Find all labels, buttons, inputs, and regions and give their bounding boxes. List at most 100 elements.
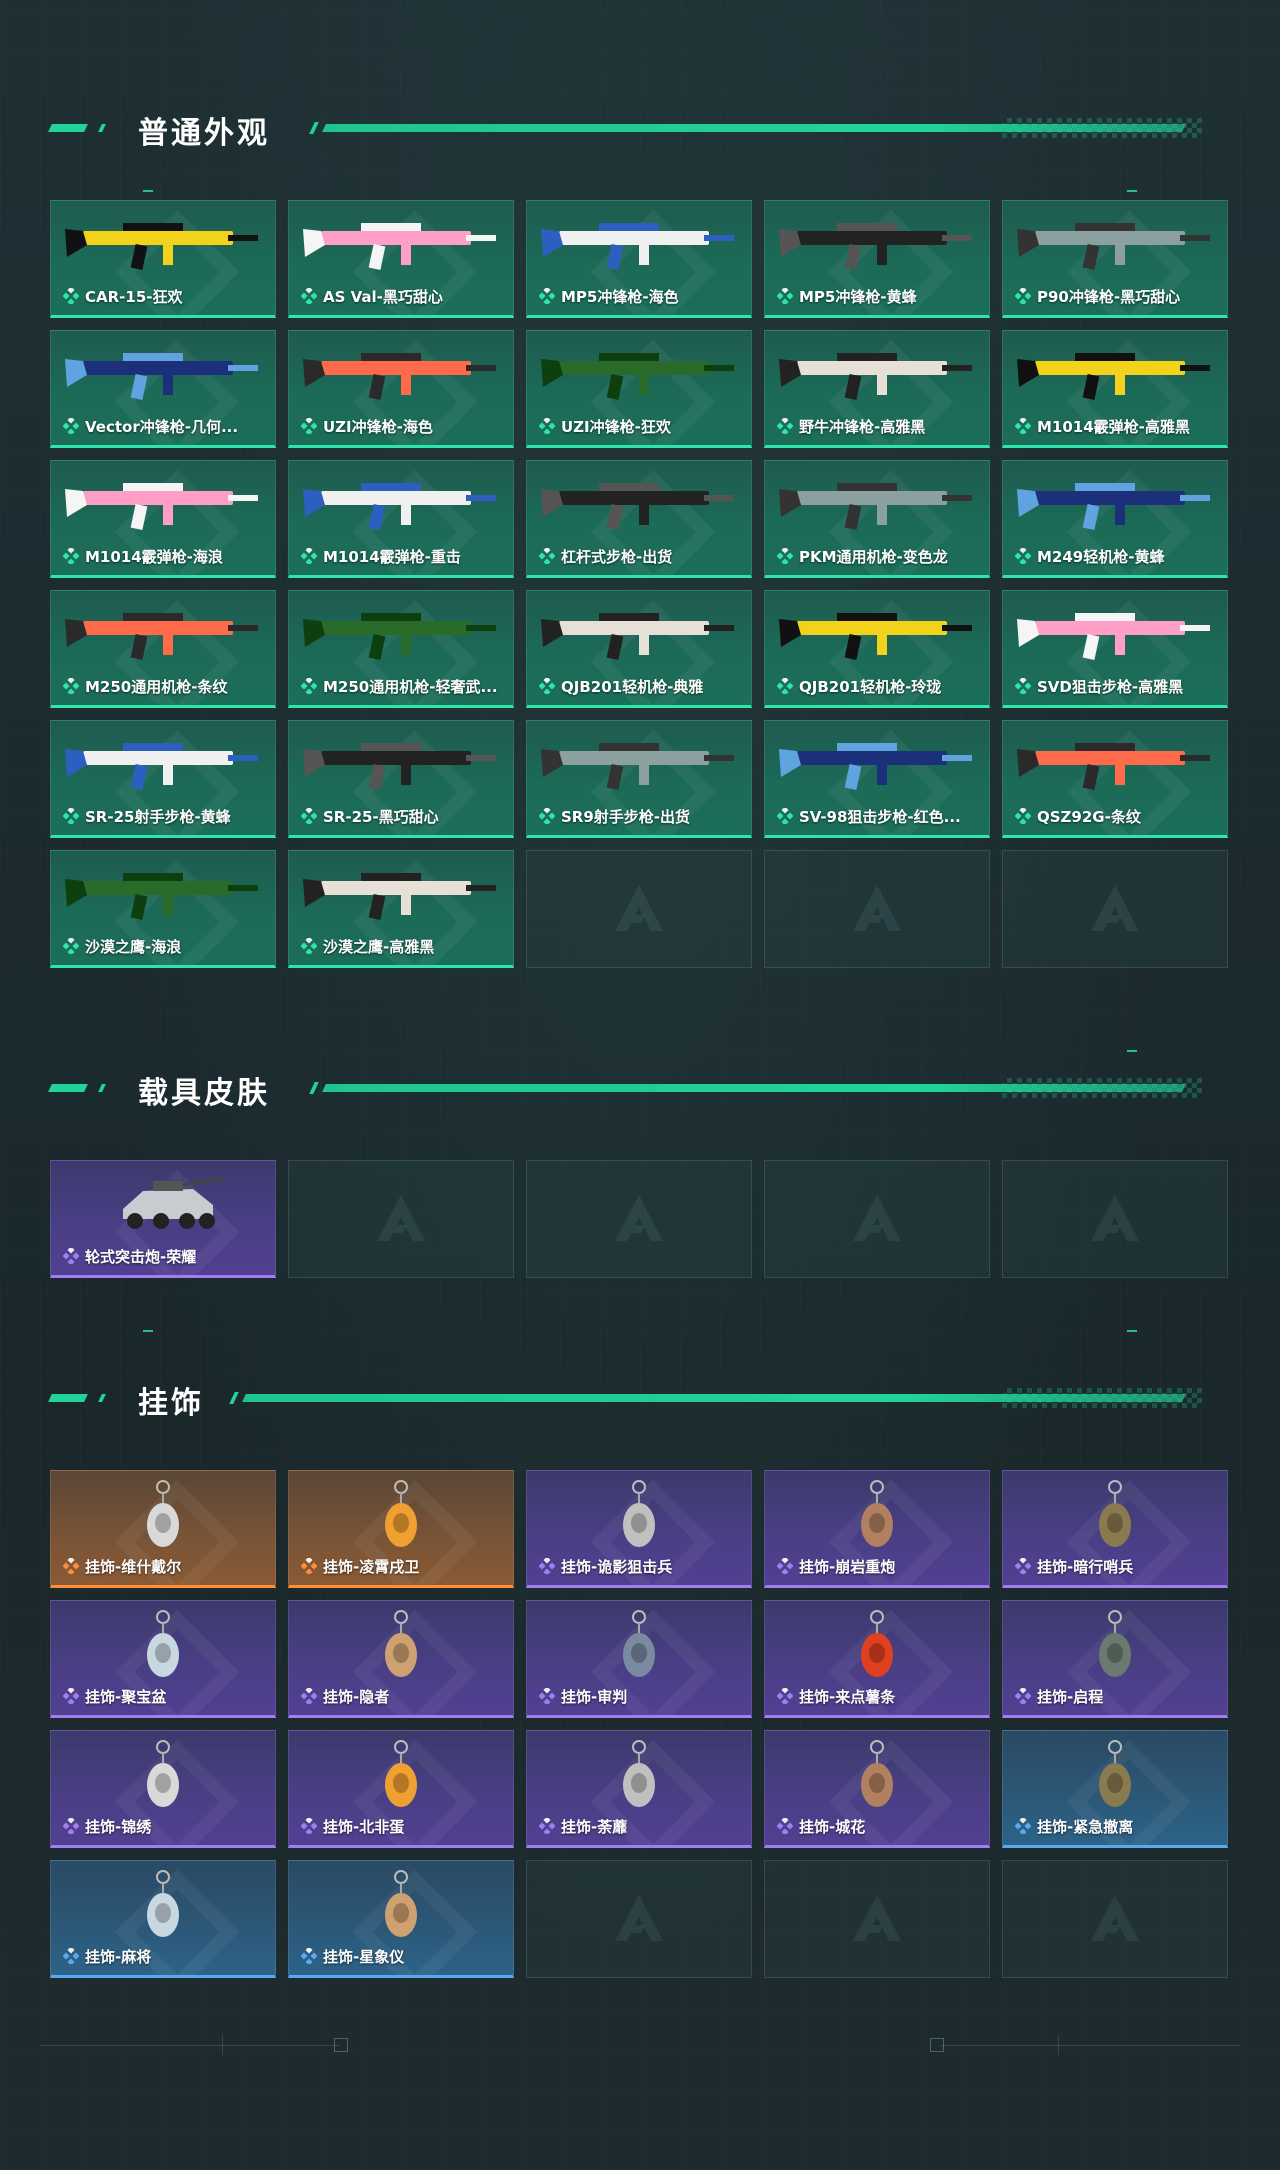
item-card[interactable]: M250通用机枪-轻奢武... <box>288 590 514 708</box>
item-card[interactable]: 挂饰-审判 <box>526 1600 752 1718</box>
item-card[interactable]: UZI冲锋枪-狂欢 <box>526 330 752 448</box>
section-title: 载具皮肤 <box>138 1076 270 1111</box>
item-card[interactable]: 挂饰-城花 <box>764 1730 990 1848</box>
item-card[interactable]: 挂饰-麻将 <box>50 1860 276 1978</box>
item-artwork <box>1099 1480 1131 1547</box>
item-card[interactable]: SR9射手步枪-出货 <box>526 720 752 838</box>
item-artwork <box>779 613 972 660</box>
item-card[interactable]: 挂饰-隐者 <box>288 1600 514 1718</box>
item-card[interactable]: SV-98狙击步枪-红色... <box>764 720 990 838</box>
diamond-cluster-icon <box>1015 288 1031 304</box>
item-card[interactable]: SVD狙击步枪-高雅黑 <box>1002 590 1228 708</box>
header-accent-bar <box>48 1084 88 1092</box>
frame-tick <box>1127 1330 1137 1332</box>
header-accent-slash <box>309 1082 319 1094</box>
empty-slot <box>1002 850 1228 968</box>
item-artwork <box>303 613 496 660</box>
item-label: 挂饰-荼蘼 <box>561 1818 628 1836</box>
empty-slot <box>764 850 990 968</box>
item-label: 挂饰-星象仪 <box>323 1948 405 1966</box>
brand-triangle-logo-icon <box>1091 1895 1139 1941</box>
item-card[interactable]: SR-25射手步枪-黄蜂 <box>50 720 276 838</box>
item-card[interactable]: 挂饰-星象仪 <box>288 1860 514 1978</box>
item-card[interactable]: 挂饰-荼蘼 <box>526 1730 752 1848</box>
diamond-cluster-icon <box>63 938 79 954</box>
item-label: 挂饰-诡影狙击兵 <box>561 1558 673 1576</box>
item-artwork <box>65 613 258 660</box>
diamond-cluster-icon <box>301 1948 317 1964</box>
item-image <box>775 339 979 409</box>
frame-tick <box>1127 190 1137 192</box>
item-artwork <box>1017 223 1210 270</box>
empty-slot <box>526 1860 752 1978</box>
item-image <box>61 1169 265 1239</box>
item-card[interactable]: 挂饰-来点薯条 <box>764 1600 990 1718</box>
diamond-cluster-icon <box>63 418 79 434</box>
item-card[interactable]: QSZ92G-条纹 <box>1002 720 1228 838</box>
diamond-cluster-icon <box>63 1248 79 1264</box>
diamond-cluster-icon <box>63 1948 79 1964</box>
item-label: 挂饰-启程 <box>1037 1688 1104 1706</box>
item-image <box>775 729 979 799</box>
item-card[interactable]: M249轻机枪-黄蜂 <box>1002 460 1228 578</box>
item-card[interactable]: MP5冲锋枪-海色 <box>526 200 752 318</box>
item-card[interactable]: 挂饰-崩岩重炮 <box>764 1470 990 1588</box>
item-card[interactable]: M1014霰弹枪-重击 <box>288 460 514 578</box>
item-card[interactable]: M250通用机枪-条纹 <box>50 590 276 708</box>
item-artwork <box>1099 1740 1131 1807</box>
item-artwork <box>541 483 734 530</box>
item-card[interactable]: 挂饰-聚宝盆 <box>50 1600 276 1718</box>
item-card[interactable]: MP5冲锋枪-黄蜂 <box>764 200 990 318</box>
item-card[interactable]: QJB201轻机枪-玲珑 <box>764 590 990 708</box>
item-card[interactable]: 野牛冲锋枪-高雅黑 <box>764 330 990 448</box>
item-label: M1014霰弹枪-重击 <box>323 548 461 566</box>
item-artwork <box>385 1870 417 1937</box>
item-card[interactable]: 挂饰-锦绣 <box>50 1730 276 1848</box>
section-header-normal-skins: 普通外观 <box>48 106 1232 151</box>
item-image <box>299 599 503 669</box>
item-card[interactable]: 挂饰-维什戴尔 <box>50 1470 276 1588</box>
item-card[interactable]: 沙漠之鹰-高雅黑 <box>288 850 514 968</box>
item-card[interactable]: 沙漠之鹰-海浪 <box>50 850 276 968</box>
item-card[interactable]: 挂饰-诡影狙击兵 <box>526 1470 752 1588</box>
item-card[interactable]: 杠杆式步枪-出货 <box>526 460 752 578</box>
diamond-cluster-icon <box>1015 808 1031 824</box>
item-image <box>1013 1739 1217 1809</box>
item-label: 沙漠之鹰-海浪 <box>85 938 182 956</box>
item-card[interactable]: 轮式突击炮-荣耀 <box>50 1160 276 1278</box>
item-card[interactable]: PKM通用机枪-变色龙 <box>764 460 990 578</box>
item-card[interactable]: M1014霰弹枪-高雅黑 <box>1002 330 1228 448</box>
brand-triangle-logo-icon <box>615 1195 663 1241</box>
item-label: 挂饰-麻将 <box>85 1948 152 1966</box>
item-card[interactable]: 挂饰-暗行哨兵 <box>1002 1470 1228 1588</box>
item-image <box>299 1739 503 1809</box>
item-card[interactable]: QJB201轻机枪-典雅 <box>526 590 752 708</box>
diamond-cluster-icon <box>63 678 79 694</box>
item-card[interactable]: 挂饰-凌霄戌卫 <box>288 1470 514 1588</box>
item-card[interactable]: SR-25-黑巧甜心 <box>288 720 514 838</box>
item-card[interactable]: 挂饰-启程 <box>1002 1600 1228 1718</box>
item-image <box>537 729 741 799</box>
item-image <box>299 859 503 929</box>
item-card[interactable]: P90冲锋枪-黑巧甜心 <box>1002 200 1228 318</box>
diamond-cluster-icon <box>301 1688 317 1704</box>
item-image <box>61 729 265 799</box>
item-card[interactable]: Vector冲锋枪-几何... <box>50 330 276 448</box>
item-card[interactable]: AS Val-黑巧甜心 <box>288 200 514 318</box>
diamond-cluster-icon <box>539 808 555 824</box>
header-accent-bar <box>48 124 88 132</box>
item-card[interactable]: UZI冲锋枪-海色 <box>288 330 514 448</box>
item-card[interactable]: CAR-15-狂欢 <box>50 200 276 318</box>
diamond-cluster-icon <box>777 1818 793 1834</box>
item-image <box>299 1869 503 1939</box>
item-image <box>537 599 741 669</box>
diamond-cluster-icon <box>301 418 317 434</box>
item-card[interactable]: 挂饰-紧急撤离 <box>1002 1730 1228 1848</box>
item-artwork <box>541 223 734 270</box>
diamond-cluster-icon <box>1015 548 1031 564</box>
frame-line <box>40 2045 340 2046</box>
item-card[interactable]: M1014霰弹枪-海浪 <box>50 460 276 578</box>
item-image <box>537 1479 741 1549</box>
brand-triangle-logo-icon <box>1091 885 1139 931</box>
item-card[interactable]: 挂饰-北非蛋 <box>288 1730 514 1848</box>
